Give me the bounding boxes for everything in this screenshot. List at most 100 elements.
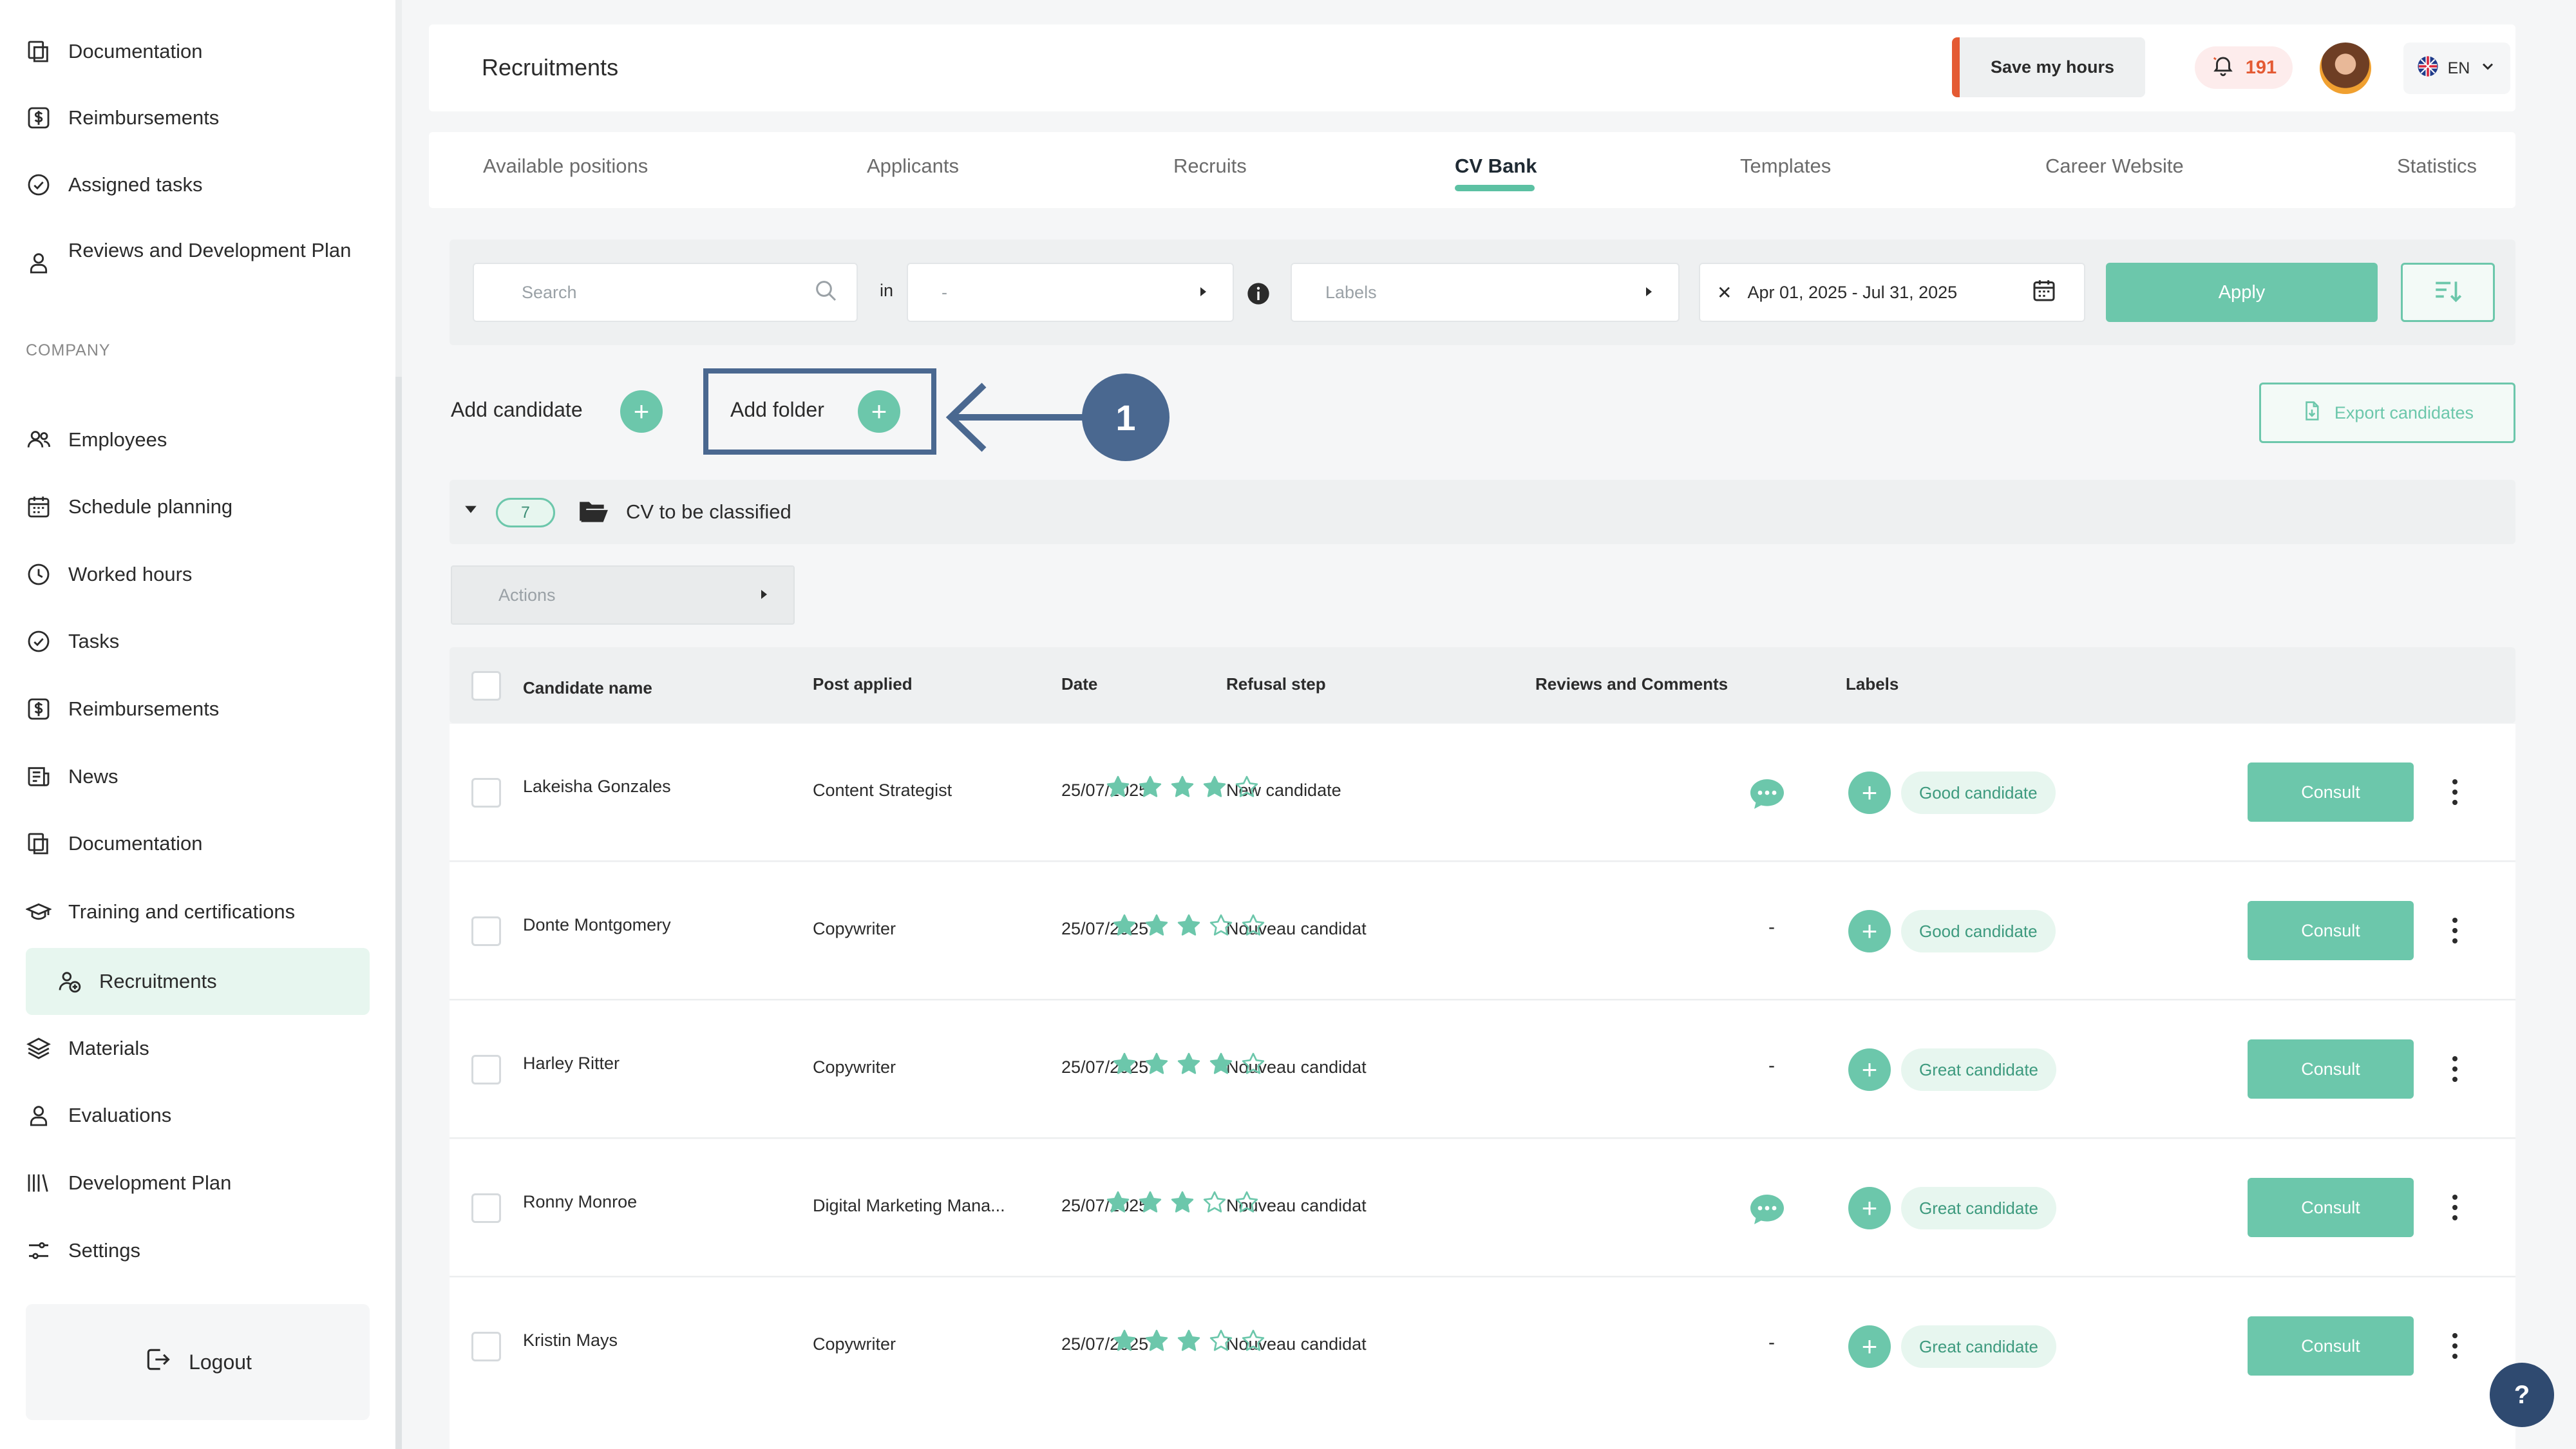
add-label-button[interactable]: +	[1848, 772, 1891, 814]
in-dropdown[interactable]: -	[907, 263, 1234, 322]
rating-stars[interactable]	[1105, 1189, 1260, 1215]
add-label-button[interactable]: +	[1848, 1187, 1891, 1229]
star-filled-icon[interactable]	[1144, 1051, 1170, 1077]
more-options-icon[interactable]	[2448, 779, 2461, 805]
apply-button[interactable]: Apply	[2106, 263, 2378, 322]
label-pill[interactable]: Good candidate	[1901, 772, 2056, 814]
sidebar-item-reimbursements-company[interactable]: Reimbursements	[26, 683, 219, 735]
star-empty-icon[interactable]	[1240, 913, 1266, 938]
star-filled-icon[interactable]	[1144, 913, 1170, 938]
sidebar-item-documentation-company[interactable]: Documentation	[26, 818, 203, 869]
row-checkbox[interactable]	[471, 1332, 501, 1361]
column-labels[interactable]: Labels	[1846, 674, 1899, 694]
comment-bubble-icon[interactable]	[1748, 777, 1786, 811]
search-input[interactable]: Search	[473, 263, 858, 322]
actions-dropdown[interactable]: Actions	[451, 565, 795, 625]
row-checkbox[interactable]	[471, 1055, 501, 1084]
star-empty-icon[interactable]	[1202, 1189, 1227, 1215]
label-pill[interactable]: Great candidate	[1901, 1325, 2057, 1368]
label-pill[interactable]: Great candidate	[1901, 1187, 2057, 1229]
star-filled-icon[interactable]	[1112, 1051, 1137, 1077]
star-filled-icon[interactable]	[1105, 774, 1131, 800]
sidebar-item-development-plan[interactable]: Development Plan	[26, 1157, 231, 1209]
table-row[interactable]: Donte Montgomery Copywriter 25/07/2025 N…	[450, 862, 2515, 1000]
rating-stars[interactable]	[1112, 1051, 1266, 1077]
sidebar-item-schedule-planning[interactable]: Schedule planning	[26, 481, 232, 533]
star-empty-icon[interactable]	[1240, 1051, 1266, 1077]
sidebar-item-training[interactable]: Training and certifications	[26, 886, 295, 938]
consult-button[interactable]: Consult	[2248, 901, 2414, 960]
more-options-icon[interactable]	[2448, 1195, 2461, 1220]
candidate-name[interactable]: Ronny Monroe	[523, 1192, 637, 1212]
star-filled-icon[interactable]	[1176, 1051, 1202, 1077]
add-folder-label[interactable]: Add folder	[730, 398, 824, 422]
caret-down-icon[interactable]	[464, 502, 478, 519]
star-empty-icon[interactable]	[1208, 913, 1234, 938]
candidate-name[interactable]: Lakeisha Gonzales	[523, 777, 671, 797]
consult-button[interactable]: Consult	[2248, 762, 2414, 822]
save-my-hours-button[interactable]: Save my hours	[1952, 37, 2145, 97]
star-empty-icon[interactable]	[1234, 774, 1260, 800]
sidebar-item-documentation[interactable]: Documentation	[26, 26, 203, 77]
row-checkbox[interactable]	[471, 778, 501, 808]
help-button[interactable]: ?	[2490, 1363, 2554, 1427]
sidebar-item-employees[interactable]: Employees	[26, 414, 167, 466]
candidate-name[interactable]: Harley Ritter	[523, 1054, 620, 1074]
sidebar-item-recruitments[interactable]: Recruitments	[57, 956, 217, 1007]
candidate-name[interactable]: Donte Montgomery	[523, 915, 671, 935]
sidebar-item-reviews[interactable]: Reviews and Development Plan	[26, 236, 361, 300]
tab-recruits[interactable]: Recruits	[1173, 155, 1247, 178]
tab-statistics[interactable]: Statistics	[2397, 155, 2477, 178]
tab-available-positions[interactable]: Available positions	[483, 155, 648, 178]
sort-button[interactable]	[2401, 263, 2495, 322]
sidebar-item-news[interactable]: News	[26, 751, 118, 802]
sidebar-scroll-thumb[interactable]	[395, 377, 402, 1449]
star-empty-icon[interactable]	[1234, 1189, 1260, 1215]
notification-button[interactable]: 191	[2195, 46, 2293, 89]
star-filled-icon[interactable]	[1137, 1189, 1163, 1215]
info-icon[interactable]	[1245, 281, 1271, 310]
more-options-icon[interactable]	[2448, 918, 2461, 943]
star-filled-icon[interactable]	[1176, 913, 1202, 938]
add-folder-button[interactable]: +	[858, 390, 900, 433]
rating-stars[interactable]	[1112, 913, 1266, 938]
column-reviews[interactable]: Reviews and Comments	[1535, 674, 1728, 694]
consult-button[interactable]: Consult	[2248, 1039, 2414, 1099]
sidebar-item-settings[interactable]: Settings	[26, 1225, 140, 1276]
label-pill[interactable]: Good candidate	[1901, 910, 2056, 952]
star-filled-icon[interactable]	[1137, 774, 1163, 800]
star-filled-icon[interactable]	[1176, 1328, 1202, 1354]
select-all-checkbox[interactable]	[471, 671, 501, 701]
sidebar-item-reimbursements[interactable]: Reimbursements	[26, 92, 219, 144]
star-filled-icon[interactable]	[1202, 774, 1227, 800]
folder-row[interactable]: 7 CV to be classified	[450, 480, 2515, 544]
logout-button[interactable]: Logout	[26, 1304, 370, 1420]
table-row[interactable]: Harley Ritter Copywriter 25/07/2025 Nouv…	[450, 1001, 2515, 1139]
tab-applicants[interactable]: Applicants	[867, 155, 959, 178]
add-label-button[interactable]: +	[1848, 1325, 1891, 1368]
comment-bubble-icon[interactable]	[1748, 1192, 1786, 1227]
sidebar-item-assigned-tasks[interactable]: Assigned tasks	[26, 159, 203, 211]
label-pill[interactable]: Great candidate	[1901, 1048, 2057, 1091]
row-checkbox[interactable]	[471, 1193, 501, 1223]
star-filled-icon[interactable]	[1208, 1051, 1234, 1077]
tab-career-website[interactable]: Career Website	[2045, 155, 2184, 178]
calendar-icon[interactable]	[2031, 278, 2057, 308]
clear-date-icon[interactable]: ✕	[1717, 282, 1732, 303]
star-filled-icon[interactable]	[1105, 1189, 1131, 1215]
language-selector[interactable]: EN	[2403, 43, 2510, 94]
table-row[interactable]: Kristin Mays Copywriter 25/07/2025 Nouve…	[450, 1278, 2515, 1416]
add-candidate-button[interactable]: +	[620, 390, 663, 433]
sidebar-item-worked-hours[interactable]: Worked hours	[26, 549, 192, 600]
rating-stars[interactable]	[1105, 774, 1260, 800]
labels-dropdown[interactable]: Labels	[1291, 263, 1680, 322]
column-refusal-step[interactable]: Refusal step	[1226, 674, 1326, 694]
add-candidate-label[interactable]: Add candidate	[451, 398, 583, 422]
star-filled-icon[interactable]	[1170, 774, 1195, 800]
star-filled-icon[interactable]	[1170, 1189, 1195, 1215]
column-date[interactable]: Date	[1061, 674, 1097, 694]
star-empty-icon[interactable]	[1208, 1328, 1234, 1354]
tab-templates[interactable]: Templates	[1740, 155, 1831, 178]
more-options-icon[interactable]	[2448, 1056, 2461, 1082]
add-label-button[interactable]: +	[1848, 1048, 1891, 1091]
